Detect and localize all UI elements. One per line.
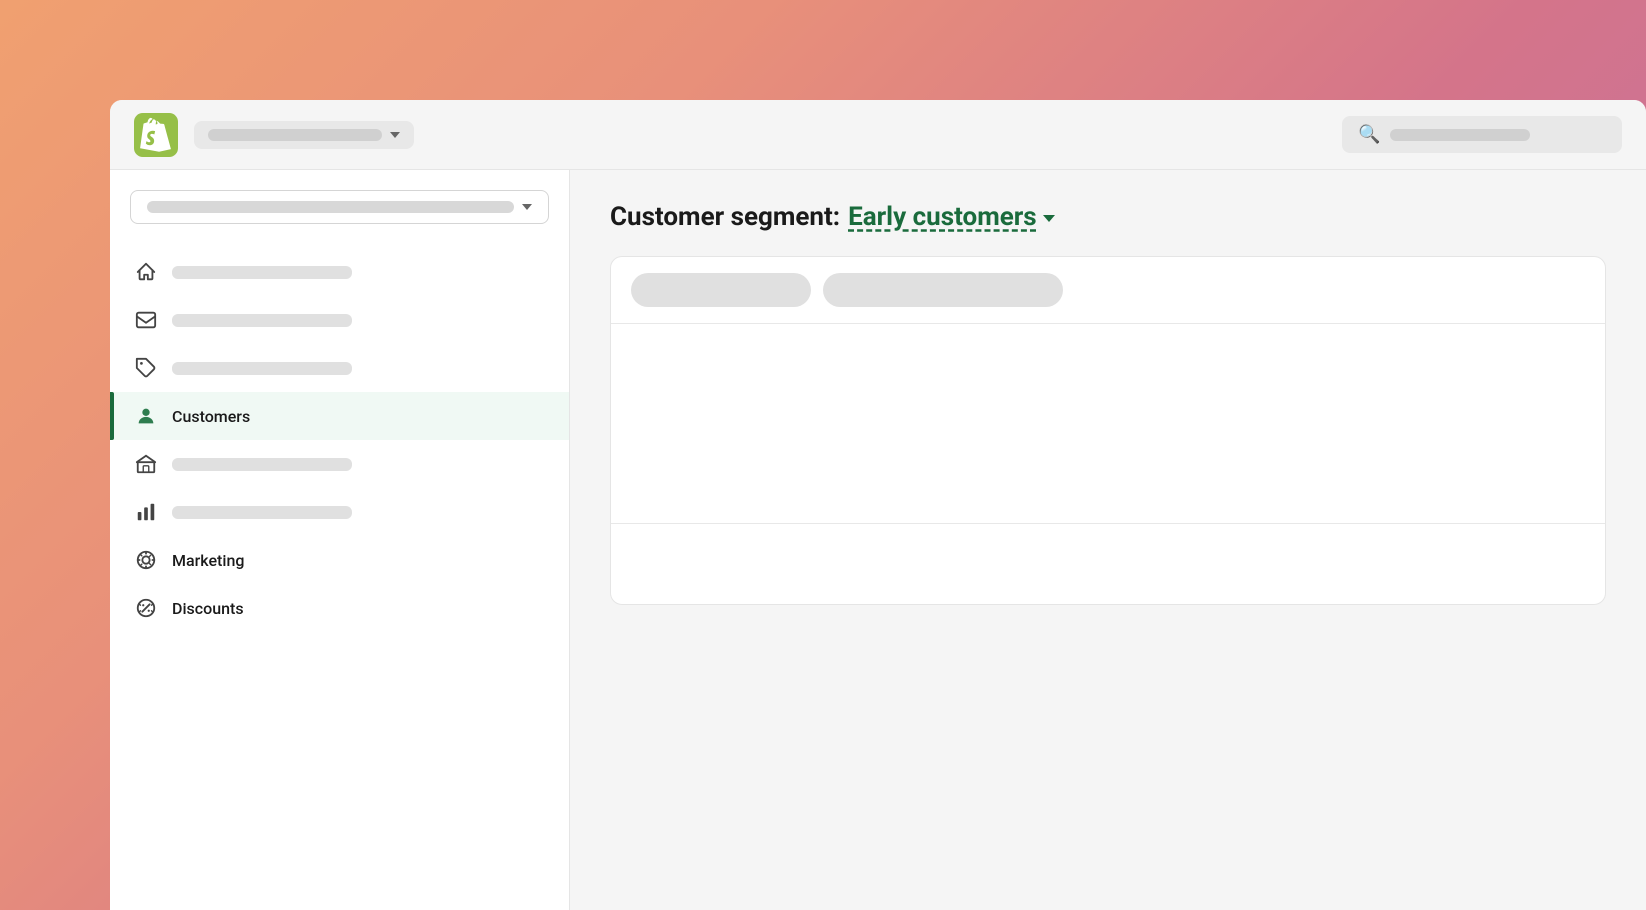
sidebar-item-customers-label: Customers (172, 407, 250, 426)
marketing-icon (134, 548, 158, 572)
page-header: Customer segment: Early customers (610, 202, 1606, 232)
main-card (610, 256, 1606, 605)
sidebar-item-discounts[interactable]: Discounts (110, 584, 569, 632)
sidebar-item-orders-placeholder (172, 362, 352, 375)
sidebar-item-home[interactable] (110, 248, 569, 296)
orders-icon (134, 356, 158, 380)
customers-icon (134, 404, 158, 428)
page-title: Customer segment: (610, 202, 840, 232)
search-placeholder (1390, 129, 1530, 141)
home-icon (134, 260, 158, 284)
sidebar: Customers (110, 170, 570, 910)
content-area: Customer segment: Early customers (570, 170, 1646, 910)
sidebar-item-discounts-label: Discounts (172, 599, 244, 618)
top-bar: 🔍 (110, 100, 1646, 170)
discounts-icon (134, 596, 158, 620)
search-icon: 🔍 (1358, 124, 1380, 145)
shopify-logo (134, 113, 178, 157)
sidebar-item-analytics-placeholder (172, 506, 352, 519)
sidebar-item-orders[interactable] (110, 344, 569, 392)
search-bar[interactable]: 🔍 (1342, 116, 1622, 153)
segment-chevron-icon (1043, 215, 1055, 222)
sidebar-item-analytics[interactable] (110, 488, 569, 536)
sidebar-dropdown-chevron (522, 204, 532, 210)
sidebar-item-inbox[interactable] (110, 296, 569, 344)
card-body-section (611, 324, 1605, 524)
store-selector[interactable] (194, 121, 414, 149)
card-footer-section (611, 524, 1605, 604)
sidebar-item-store-placeholder (172, 458, 352, 471)
browser-window: 🔍 (110, 100, 1646, 910)
sidebar-dropdown-placeholder (147, 201, 514, 213)
sidebar-item-home-placeholder (172, 266, 352, 279)
sidebar-item-marketing[interactable]: Marketing (110, 536, 569, 584)
sidebar-item-store[interactable] (110, 440, 569, 488)
sidebar-item-customers[interactable]: Customers (110, 392, 569, 440)
card-tab-2[interactable] (823, 273, 1063, 307)
sidebar-item-marketing-label: Marketing (172, 551, 244, 570)
inbox-icon (134, 308, 158, 332)
segment-name: Early customers (848, 202, 1037, 232)
card-tabs (611, 257, 1605, 324)
segment-selector[interactable]: Early customers (848, 202, 1055, 232)
sidebar-dropdown[interactable] (130, 190, 549, 224)
store-selector-chevron (390, 132, 400, 138)
analytics-icon (134, 500, 158, 524)
sidebar-item-inbox-placeholder (172, 314, 352, 327)
store-icon (134, 452, 158, 476)
main-layout: Customers (110, 170, 1646, 910)
card-tab-1[interactable] (631, 273, 811, 307)
store-selector-placeholder (208, 129, 382, 141)
